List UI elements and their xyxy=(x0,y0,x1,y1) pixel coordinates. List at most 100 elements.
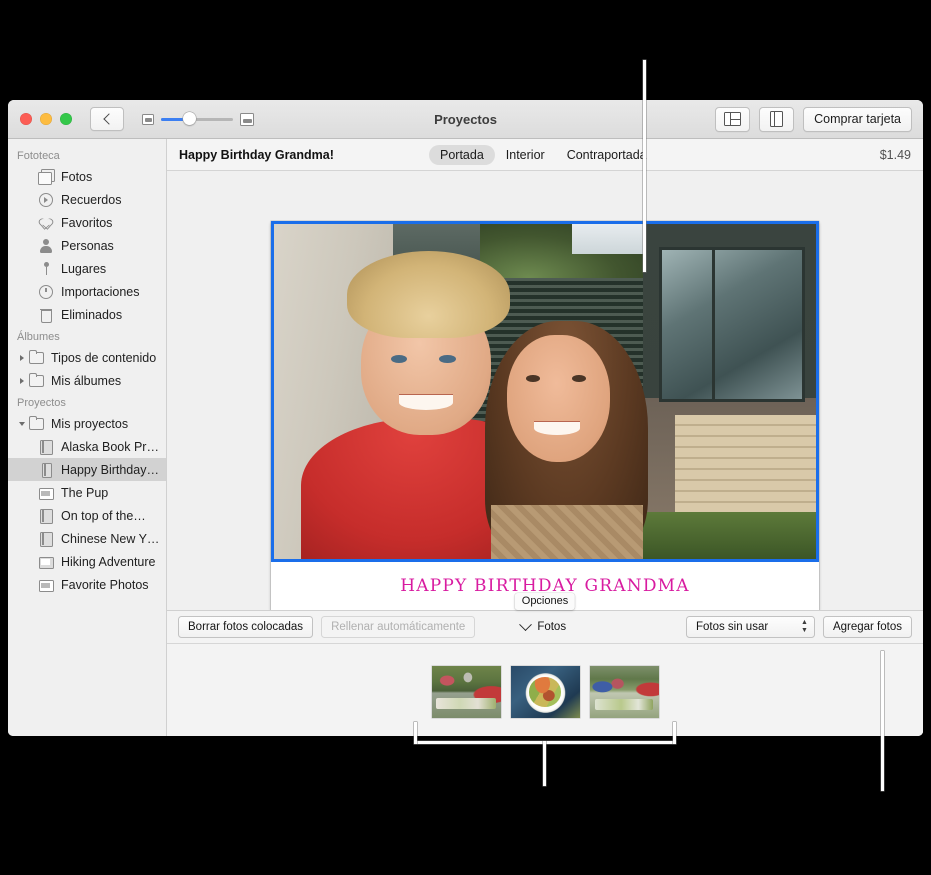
minimize-button[interactable] xyxy=(40,113,52,125)
traffic-lights xyxy=(20,113,72,125)
sidebar-item-label: Personas xyxy=(61,238,114,253)
sidebar-item-recuerdos[interactable]: Recuerdos xyxy=(8,188,166,211)
photo-tray xyxy=(167,644,923,736)
sidebar-item-label: Happy Birthday… xyxy=(61,462,159,477)
disclosure-triangle-collapsed-icon[interactable] xyxy=(17,377,26,384)
trash-icon xyxy=(38,307,54,323)
photo-girl-eye xyxy=(526,374,541,383)
photos-tray-label: Fotos xyxy=(537,621,567,633)
sidebar-item-label: Alaska Book Pr… xyxy=(61,439,159,454)
sidebar-item-label: The Pup xyxy=(61,485,109,500)
sidebar-item-favorite-photos[interactable]: Favorite Photos xyxy=(8,573,166,596)
layout-view-button[interactable] xyxy=(715,106,751,132)
tray-thumbnail[interactable] xyxy=(510,666,580,718)
sidebar-item-personas[interactable]: Personas xyxy=(8,234,166,257)
sidebar-item-on-top-of-the[interactable]: On top of the… xyxy=(8,504,166,527)
sidebar-item-tipos-de-contenido[interactable]: Tipos de contenido xyxy=(8,346,166,369)
slider-track[interactable] xyxy=(161,112,233,125)
add-photos-button[interactable]: Agregar fotos xyxy=(822,616,912,638)
autofill-button[interactable]: Rellenar automáticamente xyxy=(321,616,476,638)
disclosure-triangle-collapsed-icon[interactable] xyxy=(17,354,26,361)
callout-line-add-photos xyxy=(881,651,884,791)
sidebar-item-mis-albumes[interactable]: Mis álbumes xyxy=(8,369,166,392)
sidebar-item-label: Hiking Adventure xyxy=(61,554,156,569)
clear-placed-photos-button[interactable]: Borrar fotos colocadas xyxy=(178,616,314,638)
sidebar-item-mis-proyectos[interactable]: Mis proyectos xyxy=(8,412,166,435)
photo-sky xyxy=(572,224,648,255)
thumbnail-size-slider[interactable] xyxy=(142,112,254,126)
sidebar-item-label: Lugares xyxy=(61,261,107,276)
card-preview-button[interactable] xyxy=(759,106,795,132)
book-icon xyxy=(38,439,54,455)
photo-filter-popup[interactable]: Fotos sin usar ▲ ▼ xyxy=(685,616,815,638)
chevron-down-icon xyxy=(519,617,533,631)
sidebar-item-label: Favoritos xyxy=(61,215,113,230)
zoom-button[interactable] xyxy=(60,113,72,125)
buy-card-button[interactable]: Comprar tarjeta xyxy=(803,106,912,132)
tab-portada[interactable]: Portada xyxy=(429,144,495,165)
card-side-tabs: Portada Interior Contraportada xyxy=(429,144,658,165)
sidebar-item-happy-birthday[interactable]: Happy Birthday… xyxy=(8,458,166,481)
chevron-left-icon xyxy=(102,113,115,125)
person-icon xyxy=(38,238,54,253)
main-content: Happy Birthday Grandma! Portada Interior… xyxy=(167,139,923,736)
sidebar-section-header-projects: Proyectos xyxy=(17,397,66,409)
card-photo-placeholder[interactable] xyxy=(271,221,819,562)
callout-bracket-tray-left xyxy=(414,722,417,744)
heart-icon xyxy=(38,215,54,230)
photos-tray-disclosure[interactable]: Fotos xyxy=(519,617,567,633)
sidebar-item-eliminados[interactable]: Eliminados xyxy=(8,303,166,326)
sidebar-item-fotos[interactable]: Fotos xyxy=(8,165,166,188)
clock-icon xyxy=(38,284,54,299)
folder-icon xyxy=(28,350,44,365)
folder-icon xyxy=(28,373,44,388)
callout-line-tray-stem xyxy=(543,741,546,786)
small-thumbnail-icon xyxy=(142,113,154,125)
sidebar-section-header-library: Fototeca xyxy=(17,150,60,162)
sidebar-item-importaciones[interactable]: Importaciones xyxy=(8,280,166,303)
sidebar: Fototeca Fotos Recuerdos Favoritos Perso… xyxy=(8,139,167,736)
sidebar-item-the-pup[interactable]: The Pup xyxy=(8,481,166,504)
book-icon xyxy=(38,531,54,547)
back-button[interactable] xyxy=(90,107,124,131)
sidebar-item-label: Chinese New Y… xyxy=(61,531,160,546)
sidebar-item-alaska-book[interactable]: Alaska Book Pr… xyxy=(8,435,166,458)
options-tooltip: Opciones xyxy=(514,593,576,610)
content-header: Happy Birthday Grandma! Portada Interior… xyxy=(167,139,923,171)
sidebar-item-chinese-new-year[interactable]: Chinese New Y… xyxy=(8,527,166,550)
sidebar-item-label: Mis álbumes xyxy=(51,373,122,388)
disclosure-triangle-expanded-icon[interactable] xyxy=(17,421,26,427)
sidebar-item-label: Mis proyectos xyxy=(51,416,129,431)
tab-interior[interactable]: Interior xyxy=(495,145,556,165)
photo-filter-value: Fotos sin usar xyxy=(695,621,769,633)
window-titlebar: Proyectos Comprar tarjeta xyxy=(8,100,923,139)
photo-grandmother-eye xyxy=(390,354,407,363)
sidebar-item-label: Favorite Photos xyxy=(61,577,149,592)
slider-knob[interactable] xyxy=(183,112,196,125)
close-button[interactable] xyxy=(20,113,32,125)
photos-icon xyxy=(38,169,55,185)
bottom-toolbar: Borrar fotos colocadas Rellenar automáti… xyxy=(167,610,923,644)
tray-thumbnail[interactable] xyxy=(431,666,501,718)
sidebar-item-hiking-adventure[interactable]: Hiking Adventure xyxy=(8,550,166,573)
sidebar-item-favoritos[interactable]: Favoritos xyxy=(8,211,166,234)
sidebar-item-label: Importaciones xyxy=(61,284,140,299)
card-preview[interactable]: HAPPY BIRTHDAY GRANDMA xyxy=(271,221,822,616)
photo-grandmother-hair xyxy=(347,250,510,338)
memories-icon xyxy=(38,192,54,207)
large-thumbnail-icon xyxy=(240,112,254,126)
tray-thumbnail[interactable] xyxy=(589,666,659,718)
slideshow-icon xyxy=(38,554,54,569)
print-icon xyxy=(38,485,54,500)
sidebar-item-lugares[interactable]: Lugares xyxy=(8,257,166,280)
folder-icon xyxy=(28,416,44,431)
sidebar-section-header-albums: Álbumes xyxy=(17,331,60,343)
sidebar-item-label: Tipos de contenido xyxy=(51,350,157,365)
sidebar-item-label: On top of the… xyxy=(61,508,146,523)
photo-grandmother-eye xyxy=(439,354,456,363)
pin-icon xyxy=(38,261,54,276)
card-canvas: HAPPY BIRTHDAY GRANDMA Opciones xyxy=(167,171,923,616)
callout-line-card-photo xyxy=(643,60,646,272)
titlebar-right-controls: Comprar tarjeta xyxy=(715,106,912,132)
price-label: $1.49 xyxy=(879,147,911,162)
